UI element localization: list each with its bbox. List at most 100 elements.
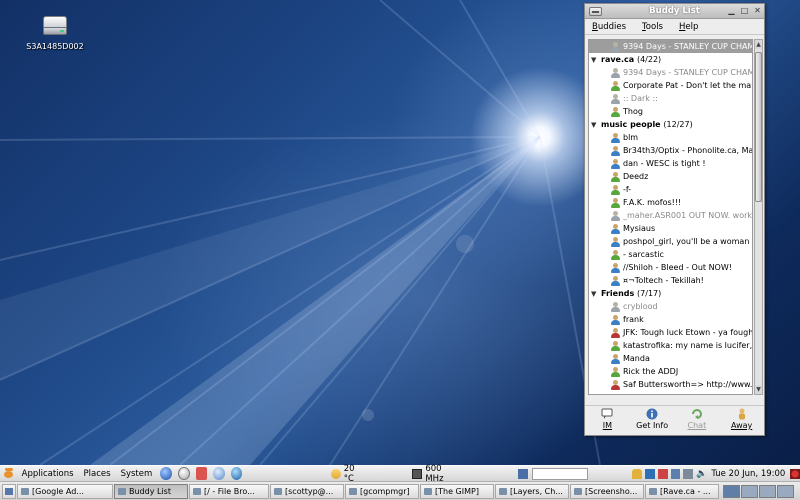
im-button[interactable]: IM <box>587 406 627 435</box>
buddy-row[interactable]: Deedz <box>589 170 752 183</box>
taskbar-task-button[interactable]: [The GIMP] <box>420 483 494 499</box>
task-app-icon <box>118 487 126 495</box>
task-app-icon <box>499 487 507 495</box>
buddy-row[interactable]: -f- <box>589 183 752 196</box>
minimize-icon[interactable]: ▁ <box>726 6 737 16</box>
buddy-row[interactable]: Rick the ADDJ <box>589 365 752 378</box>
im-icon <box>601 408 613 419</box>
network-disconnected-icon[interactable] <box>657 468 668 479</box>
buddy-row[interactable]: - sarcastic <box>589 248 752 261</box>
expander-arrow-icon[interactable]: ▼ <box>591 119 601 131</box>
menu-help[interactable]: Help <box>676 22 701 32</box>
desktop-icon-label: S3A1485D002 <box>26 42 84 51</box>
buddy-list-scrollbar[interactable]: ▲ ▼ <box>754 39 763 395</box>
chat-button[interactable]: Chat <box>677 406 717 435</box>
taskbar-task-button[interactable]: [Screensho... <box>570 483 644 499</box>
buddy-row[interactable]: F.A.K. mofos!!! <box>589 196 752 209</box>
maximize-icon[interactable]: □ <box>739 6 750 16</box>
buddy-row[interactable]: Thog <box>589 105 752 118</box>
panel-search-input[interactable] <box>531 467 589 480</box>
expander-arrow-icon[interactable]: ▼ <box>591 54 601 66</box>
places-menu[interactable]: Places <box>79 469 116 479</box>
group-header[interactable]: ▼ music people (12/27) <box>589 118 752 131</box>
buddy-name: poshpol_girl, you'll be a woman s <box>623 237 752 246</box>
workspace-button[interactable] <box>777 484 794 498</box>
volume-icon[interactable]: 🔈 <box>696 469 707 479</box>
buddy-row[interactable]: Corporate Pat - Don't let the man <box>589 79 752 92</box>
desktop-drive-icon[interactable]: S3A1485D002 <box>20 14 90 51</box>
workspace-button[interactable] <box>723 484 740 498</box>
window-titlebar[interactable]: Buddy List ▁ □ ✕ <box>585 4 764 19</box>
buddy-tree[interactable]: 9394 Days - STANLEY CUP CHAMPIONS▼rave.c… <box>588 39 753 395</box>
taskbar-task-button[interactable]: [Rave.ca - ... <box>645 483 719 499</box>
browser-launcher-icon[interactable] <box>160 467 172 480</box>
buddy-row[interactable]: Mysiaus <box>589 222 752 235</box>
weather-applet[interactable]: 20 °C <box>331 464 364 484</box>
buddy-name: ¤¬Toltech - Tekillah! <box>623 276 704 285</box>
scrollbar-thumb[interactable] <box>755 52 762 202</box>
workspace-switcher[interactable] <box>723 484 795 498</box>
buddy-name: Rick the ADDJ <box>623 367 679 376</box>
buddy-row[interactable]: dan - WESC is tight ! <box>589 157 752 170</box>
buddy-row[interactable]: blm <box>589 131 752 144</box>
buddy-row[interactable]: ¤¬Toltech - Tekillah! <box>589 274 752 287</box>
menu-tools[interactable]: Tools <box>639 22 666 32</box>
taskbar-task-button[interactable]: [Google Ad... <box>17 483 113 499</box>
taskbar-task-button[interactable]: [scottyp@... <box>270 483 344 499</box>
globe-launcher-icon[interactable] <box>230 467 243 480</box>
buddy-status-icon <box>611 380 620 390</box>
get-info-button[interactable]: Get Info <box>632 406 672 435</box>
buddy-row[interactable]: cryblood <box>589 300 752 313</box>
buddy-row[interactable]: Saf Buttersworth=> http://www.d <box>589 378 752 391</box>
workspace-button[interactable] <box>759 484 776 498</box>
buddy-status-icon <box>611 237 620 247</box>
cpu-freq-applet[interactable]: 600 MHz <box>412 464 457 484</box>
away-button[interactable]: Away <box>722 406 762 435</box>
group-header[interactable]: ▼ Friends (7/17) <box>589 287 752 300</box>
monitor-icon[interactable] <box>517 468 528 479</box>
buddy-status-icon <box>611 250 620 260</box>
taskbar-task-button[interactable]: [/ - File Bro... <box>189 483 269 499</box>
display-icon[interactable] <box>683 468 694 479</box>
clock-launcher-icon[interactable] <box>177 467 190 480</box>
scroll-up-icon[interactable]: ▲ <box>755 40 762 49</box>
system-menu[interactable]: System <box>116 469 158 479</box>
close-icon[interactable]: ✕ <box>752 6 763 16</box>
workspace-button[interactable] <box>741 484 758 498</box>
buddy-row[interactable]: Manda <box>589 352 752 365</box>
buddy-row[interactable]: poshpol_girl, you'll be a woman s <box>589 235 752 248</box>
scroll-down-icon[interactable]: ▼ <box>755 385 762 394</box>
expander-arrow-icon[interactable]: ▼ <box>591 288 601 300</box>
bluetooth-icon[interactable] <box>645 468 655 479</box>
applications-menu[interactable]: Applications <box>17 469 79 479</box>
group-name: Friends <box>601 289 635 298</box>
buddy-row[interactable]: //Shiloh - Bleed - Out NOW! <box>589 261 752 274</box>
panel-clock[interactable]: Tue 20 Jun, 19:00 <box>711 469 785 479</box>
buddy-row[interactable]: 9394 Days - STANLEY CUP CHAMPIONS <box>589 40 752 53</box>
network-icon[interactable] <box>670 468 681 479</box>
buddy-row[interactable]: :: Dark :: <box>589 92 752 105</box>
buddy-row[interactable]: _maher.ASR001 OUT NOW. worki <box>589 209 752 222</box>
buddy-status-icon <box>611 263 620 273</box>
taskbar-task-button[interactable]: Buddy List <box>114 483 188 499</box>
menu-buddies[interactable]: Buddies <box>589 22 629 32</box>
group-header[interactable]: ▼ rave.ca (4/22) <box>589 53 752 66</box>
buddy-row[interactable]: 9394 Days - STANLEY CUP CHAMPIONS <box>589 66 752 79</box>
network-launcher-icon[interactable] <box>213 467 225 480</box>
show-desktop-button[interactable] <box>2 483 16 499</box>
mail-launcher-icon[interactable] <box>195 467 208 480</box>
task-app-icon <box>193 487 201 495</box>
taskbar-task-button[interactable]: [Layers, Ch... <box>495 483 569 499</box>
logout-icon[interactable] <box>790 468 800 479</box>
buddy-row[interactable]: katastrofika: my name is lucifer, p <box>589 339 752 352</box>
buddy-row[interactable]: JFK: Tough luck Etown - ya fought <box>589 326 752 339</box>
taskbar-task-button[interactable]: [gcompmgr] <box>345 483 419 499</box>
buddy-row[interactable]: Br34th3/Optix - Phonolite.ca, Ma <box>589 144 752 157</box>
buddy-name: //Shiloh - Bleed - Out NOW! <box>623 263 732 272</box>
task-label: [Rave.ca - ... <box>660 486 711 496</box>
buddy-status-icon <box>611 94 620 104</box>
buddy-tray-icon[interactable] <box>632 468 643 479</box>
buddy-status-icon <box>611 146 620 156</box>
task-app-icon <box>349 487 357 495</box>
buddy-row[interactable]: frank <box>589 313 752 326</box>
